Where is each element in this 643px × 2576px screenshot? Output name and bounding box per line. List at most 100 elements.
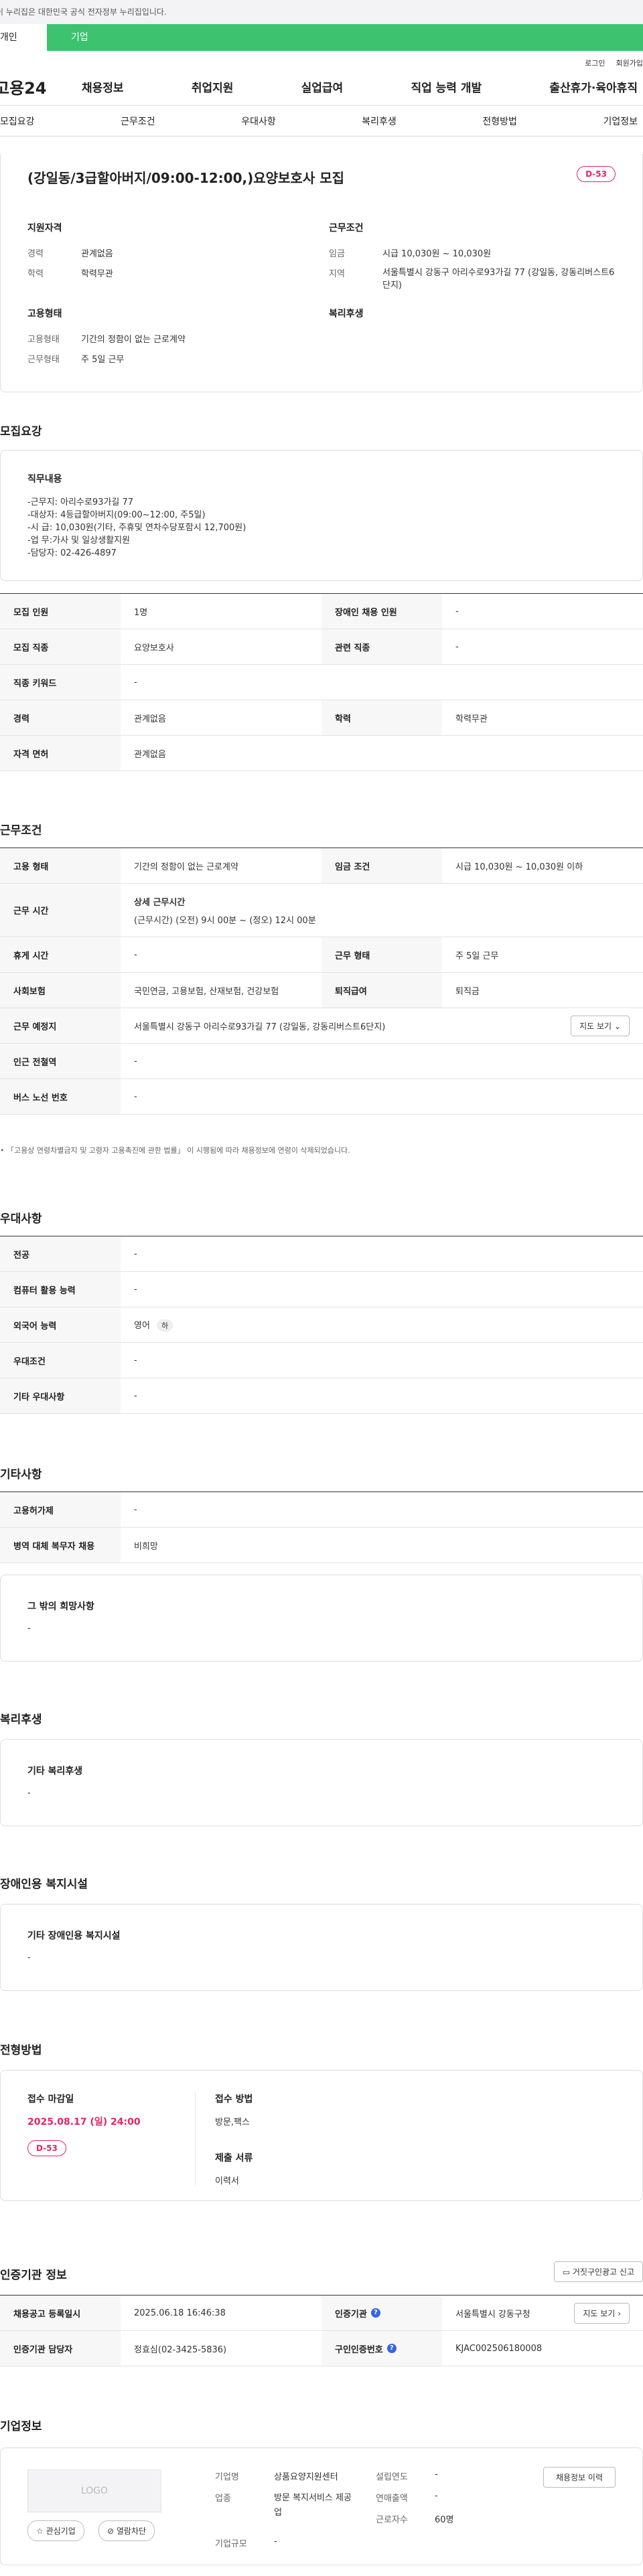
company-name-label: 기업명	[215, 2472, 239, 2482]
row-header: 외국어 능력	[0, 1307, 121, 1342]
tab-personal[interactable]: 개인	[0, 24, 47, 51]
gnb-item-jobs[interactable]: 채용정보	[82, 78, 124, 95]
table-row: 컴퓨터 활용 능력 -	[0, 1272, 643, 1307]
row-header: 사회보험	[0, 973, 121, 1008]
career-value: 관계없음	[81, 249, 113, 259]
auth-section-title: 인증기관 정보	[0, 2269, 67, 2282]
table-row: 인근 전철역 -	[0, 1044, 643, 1079]
user-type-tabs: 개인 기업	[0, 24, 643, 51]
row-header: 직종 키워드	[0, 665, 121, 700]
row-value: KJAC002506180008	[455, 2343, 543, 2354]
report-icon: ▭	[562, 2267, 571, 2277]
join-link[interactable]: 회원가입	[616, 58, 643, 68]
auth-map-button[interactable]: 지도 보기 ›	[574, 2302, 630, 2324]
row-value: -	[134, 1504, 137, 1515]
row-header: 인근 전철역	[0, 1044, 121, 1078]
gnb-item-benefit[interactable]: 실업급여	[301, 78, 344, 95]
duty-title: 직무내용	[27, 474, 62, 485]
table-row: 모집 직종 요양보호사 관련 직종 -	[0, 629, 643, 665]
row-header: 채용공고 등록일시	[0, 2296, 121, 2330]
favorite-company-button[interactable]: ☆ 관심기업	[27, 2520, 84, 2541]
subtab-pref[interactable]: 우대사항	[241, 114, 276, 128]
block-button-label: 열람차단	[116, 2526, 147, 2536]
row-value: -	[134, 1355, 137, 1366]
row-header: 인증기관	[335, 2309, 367, 2320]
emp-value: 기간의 정함이 없는 근로계약	[81, 335, 186, 345]
edu-label: 학력	[27, 269, 44, 279]
site-logo[interactable]: 고용24	[0, 75, 82, 98]
table-row: 근무 예정지 서울특별시 강동구 아리수로93가길 77 (강일동, 강동리버스트…	[0, 1008, 643, 1044]
work-table: 고용 형태 기간의 정함이 없는 근로계약 임금 조건 시급 10,030원 ~ 10…	[0, 848, 643, 1115]
company-section-title: 기업정보	[0, 2420, 42, 2433]
utility-links: 로그인 회원가입	[0, 51, 643, 68]
gov-notice-bar: 이 누리집은 대한민국 공식 전자정부 누리집입니다.	[0, 0, 643, 24]
table-row: 고용 형태 기간의 정함이 없는 근로계약 임금 조건 시급 10,030원 ~ 10…	[0, 848, 643, 884]
company-sales-value: -	[435, 2491, 438, 2501]
row-header: 근무 형태	[322, 937, 442, 972]
tab-company[interactable]: 기업	[47, 24, 643, 51]
global-nav: 고용24 채용정보 취업지원 실업급여 직업 능력 개발 출산휴가·육아휴직	[0, 68, 643, 106]
row-header: 장애인 채용 인원	[322, 594, 442, 629]
row-value: 1명	[134, 607, 148, 618]
process-card: 접수 마감일 2025.08.17 (일) 24:00 D-53 접수 방법 방…	[0, 2070, 643, 2201]
subtab-company[interactable]: 기업정보	[603, 114, 638, 128]
welfare-section-title: 복리후생	[0, 1713, 42, 1726]
deadline-label: 접수 마감일	[27, 2094, 74, 2105]
login-link[interactable]: 로그인	[585, 58, 605, 68]
table-row: 휴게 시간 - 근무 형태 주 5일 근무	[0, 937, 643, 973]
info-icon[interactable]: ?	[386, 2344, 397, 2353]
subtab-welfare[interactable]: 복리후생	[362, 114, 397, 128]
table-row: 자격 면허 관계없음	[0, 736, 643, 771]
days-label: 근무형태	[27, 355, 60, 365]
section-tabs: 모집요강 근무조건 우대사항 복리후생 전형방법 기업정보	[0, 106, 643, 137]
loc-value: 서울특별시 강동구 아리수로93가길 77 (강일동, 강동리버스트6단지)	[382, 268, 615, 291]
emp-title: 고용형태	[27, 309, 62, 319]
table-row: 직종 키워드 -	[0, 665, 643, 700]
info-icon[interactable]: ?	[370, 2308, 380, 2318]
subtab-work[interactable]: 근무조건	[121, 114, 155, 128]
row-value: 서울특별시 강동구청	[455, 2309, 530, 2320]
company-size-label: 기업규모	[215, 2539, 247, 2549]
table-row: 인증기관 담당자 정효심(02-3425-5836) 구인인증번호? KJAC0025…	[0, 2331, 643, 2366]
hope-title: 그 밖의 희망사항	[27, 1601, 94, 1612]
table-row: 전공 -	[0, 1236, 643, 1272]
gnb-item-leave[interactable]: 출산휴가·육아휴직	[549, 78, 638, 95]
table-row: 기타 우대사항 -	[0, 1378, 643, 1414]
row-value: -	[134, 1390, 137, 1401]
row-value: 관계없음	[134, 714, 166, 724]
recruit-section-title: 모집요강	[0, 425, 42, 438]
company-biz-label: 업종	[215, 2494, 231, 2504]
days-value: 주 5일 근무	[81, 355, 125, 365]
star-icon: ☆	[36, 2526, 44, 2536]
logo-placeholder-text: LOGO	[80, 2486, 109, 2496]
table-row: 채용공고 등록일시 2025.06.18 16:46:38 인증기관? 서울특별시 강…	[0, 2296, 643, 2331]
row-value: 시급 10,030원 ~ 10,030원 이하	[455, 862, 583, 872]
company-sales-label: 연매출액	[376, 2494, 408, 2504]
company-name-value: 상품요양지원센터	[274, 2472, 338, 2482]
gnb-item-training[interactable]: 직업 능력 개발	[411, 78, 482, 95]
block-view-button[interactable]: ⊘ 열람차단	[98, 2520, 155, 2541]
job-summary-card: (강일동/3급할아버지/09:00-12:00,)요양보호사 모집 D-53 지…	[0, 154, 643, 392]
row-header: 고용허가제	[0, 1492, 121, 1527]
time-value: (근무시간) (오전) 9시 00분 ~ (정오) 12시 00분	[134, 915, 316, 926]
deadline-value: 2025.08.17 (일) 24:00	[27, 2117, 141, 2127]
welfare-card: 기타 복리후생 -	[0, 1739, 643, 1826]
subtab-process[interactable]: 전형방법	[482, 114, 517, 128]
job-history-button[interactable]: 채용정보 이력	[543, 2467, 616, 2488]
report-fake-ad-button[interactable]: ▭ 거짓구인광고 신고	[553, 2261, 643, 2282]
row-header: 전공	[0, 1236, 121, 1271]
gov-notice: 이 누리집은 대한민국 공식 전자정부 누리집입니다.	[0, 7, 167, 17]
row-header: 우대조건	[0, 1343, 121, 1378]
map-button[interactable]: 지도 보기 ⌄	[571, 1015, 630, 1036]
gnb-item-support[interactable]: 취업지원	[192, 78, 234, 95]
row-value: 기간의 정함이 없는 근로계약	[134, 862, 238, 872]
duty-line: -시 급: 10,030원(기타, 주휴및 연차수당포함시 12,700원)	[27, 523, 246, 533]
row-header: 모집 인원	[0, 594, 121, 629]
subtab-recruit[interactable]: 모집요강	[0, 114, 35, 128]
row-value: 정효심(02-3425-5836)	[134, 2344, 227, 2355]
age-note: • 「고용상 연령차별금지 및 고령자 고용촉진에 관한 법률」 이 시행됨에 …	[0, 1146, 350, 1155]
row-value: -	[134, 1091, 137, 1102]
row-value: 요양보호사	[134, 643, 174, 653]
lang-level-badge: 하	[157, 1319, 173, 1332]
map-button-label: 지도 보기	[579, 1021, 612, 1031]
